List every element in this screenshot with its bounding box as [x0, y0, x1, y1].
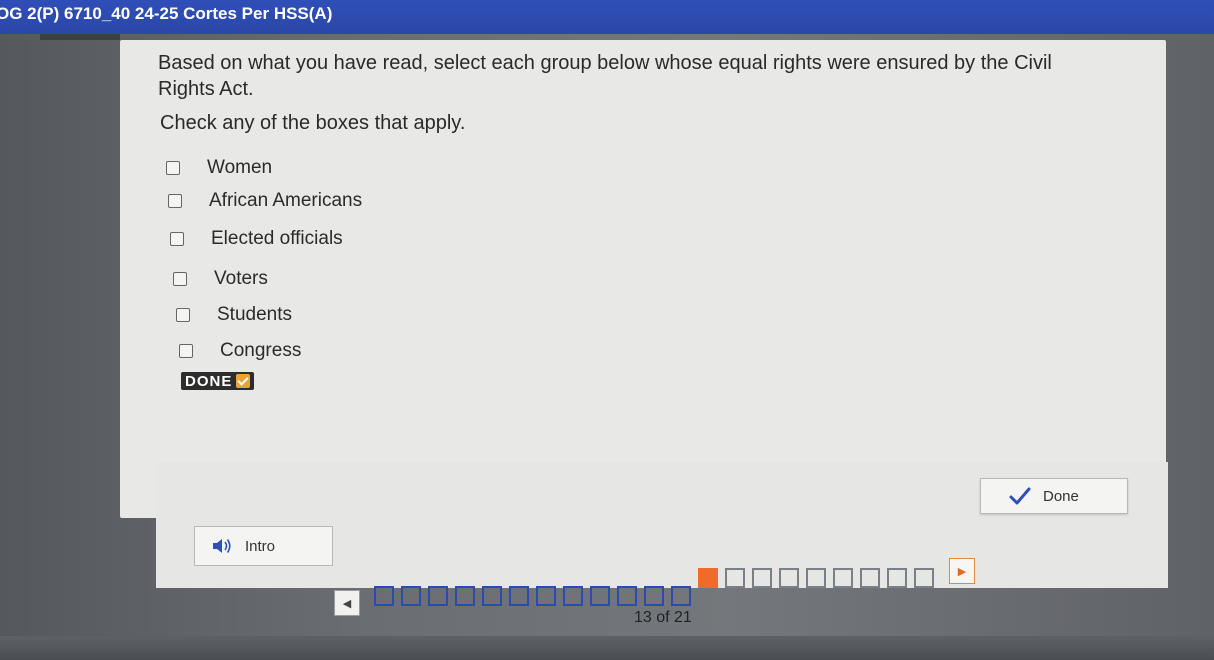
option-elected-officials[interactable]: Elected officials	[170, 228, 343, 250]
option-label: Congress	[220, 340, 302, 361]
question-prompt: Based on what you have read, select each…	[158, 52, 1052, 100]
checkmark-icon	[1009, 487, 1031, 505]
page-box[interactable]	[509, 586, 529, 606]
page-box[interactable]	[779, 568, 799, 588]
course-title: OG 2(P) 6710_40 24-25 Cortes Per HSS(A)	[0, 4, 333, 23]
checkmark-icon	[236, 374, 251, 388]
page-box[interactable]	[482, 586, 502, 606]
done-button[interactable]: Done	[980, 478, 1128, 514]
page-box[interactable]	[401, 586, 421, 606]
page-box[interactable]	[590, 586, 610, 606]
page-navigator: ◀ ▶	[334, 558, 975, 616]
checkbox[interactable]	[166, 161, 180, 175]
page-box[interactable]	[617, 586, 637, 606]
option-label: Voters	[214, 268, 268, 289]
done-badge: DONE	[181, 372, 255, 390]
option-african-americans[interactable]: African Americans	[168, 190, 362, 212]
checkbox[interactable]	[170, 232, 184, 246]
page-indicators	[374, 568, 941, 606]
page-box[interactable]	[374, 586, 394, 606]
page-box[interactable]	[671, 586, 691, 606]
intro-button-label: Intro	[245, 537, 276, 555]
page-box[interactable]	[536, 586, 556, 606]
checkbox[interactable]	[179, 344, 193, 358]
page-box[interactable]	[887, 568, 907, 588]
option-label: African Americans	[209, 190, 363, 211]
option-women[interactable]: Women	[166, 157, 272, 179]
chevron-left-icon[interactable]: ◀	[334, 590, 360, 616]
current-page-box[interactable]	[698, 568, 718, 588]
chevron-right-icon[interactable]: ▶	[949, 558, 975, 584]
page-box[interactable]	[806, 568, 826, 588]
page-box[interactable]	[563, 586, 583, 606]
checkbox[interactable]	[168, 194, 182, 208]
option-students[interactable]: Students	[176, 304, 292, 326]
option-label: Students	[217, 304, 292, 325]
intro-button[interactable]: Intro	[194, 526, 333, 566]
done-badge-label: DONE	[185, 372, 233, 390]
done-button-label: Done	[1043, 487, 1079, 505]
page-box[interactable]	[752, 568, 772, 588]
page-box[interactable]	[833, 568, 853, 588]
page-count: 13 of 21	[634, 609, 692, 626]
page-box[interactable]	[455, 586, 475, 606]
page-box[interactable]	[914, 568, 934, 588]
option-voters[interactable]: Voters	[173, 268, 268, 290]
option-label: Women	[207, 157, 273, 178]
desk-edge	[0, 636, 1214, 660]
page-box[interactable]	[860, 568, 880, 588]
checkbox[interactable]	[176, 308, 190, 322]
page-box[interactable]	[428, 586, 448, 606]
app-header: OG 2(P) 6710_40 24-25 Cortes Per HSS(A)	[0, 0, 1214, 34]
option-label: Elected officials	[211, 228, 343, 249]
page-box[interactable]	[725, 568, 745, 588]
header-accent	[40, 34, 120, 40]
checkbox[interactable]	[173, 272, 187, 286]
page-box[interactable]	[644, 586, 664, 606]
speaker-icon	[213, 539, 231, 553]
option-congress[interactable]: Congress	[179, 340, 301, 362]
question-instruction: Check any of the boxes that apply.	[160, 112, 466, 134]
